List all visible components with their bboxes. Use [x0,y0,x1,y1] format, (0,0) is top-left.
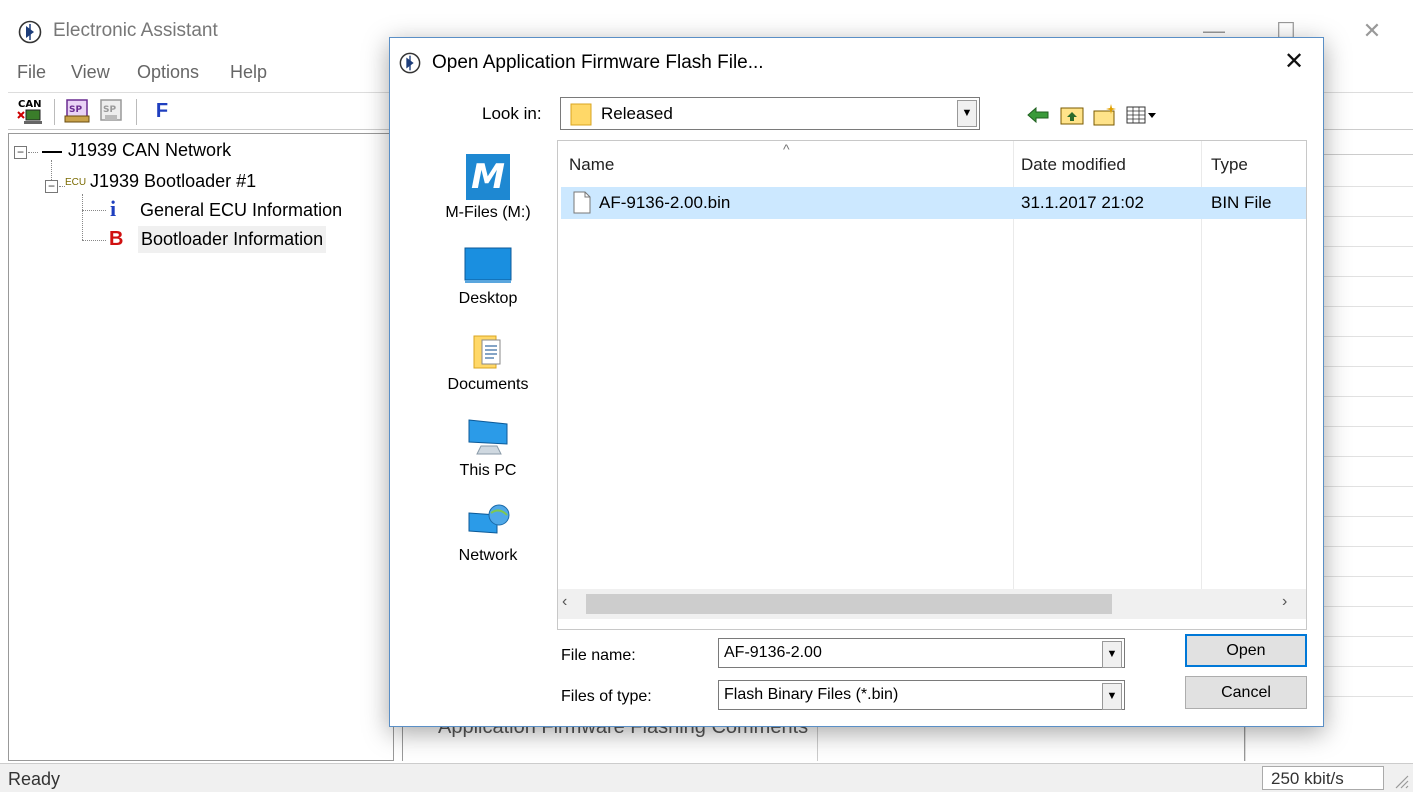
can-connect-icon[interactable]: CAN [14,96,46,126]
place-documents[interactable]: Documents [420,332,556,394]
look-in-value: Released [601,104,673,123]
documents-icon [473,335,501,369]
collapse-icon[interactable]: − [14,146,27,159]
info-icon: i [110,196,117,221]
dialog-close-icon[interactable]: ✕ [1274,46,1314,80]
status-bar: Ready 250 kbit/s [0,763,1413,792]
menu-file[interactable]: File [17,62,46,83]
tree-line [82,240,106,241]
menu-help[interactable]: Help [230,62,267,83]
file-icon [573,191,591,214]
svg-text:CAN: CAN [18,99,41,110]
app-logo-icon [399,52,421,74]
place-label: Desktop [458,290,518,307]
cancel-button[interactable]: Cancel [1185,676,1307,709]
column-date-header[interactable]: Date modified [1021,155,1126,175]
look-in-dropdown[interactable]: Released ▼ [560,97,980,130]
tree-line [51,160,52,180]
file-list: ^ Name Date modified Type AF-9136-2.00.b… [557,140,1307,630]
file-date-cell: 31.1.2017 21:02 [1021,193,1144,212]
place-label: This PC [459,462,517,479]
toolbar-separator [54,99,55,125]
file-type-value: Flash Binary Files (*.bin) [724,686,899,703]
file-type-dropdown[interactable]: Flash Binary Files (*.bin) ▼ [718,680,1125,710]
file-type-label: Files of type: [561,688,652,705]
tree-line [82,194,83,240]
m-files-icon: M [466,154,510,200]
view-menu-icon[interactable] [1124,102,1160,128]
tree-root-label[interactable]: J1939 CAN Network [68,140,231,161]
tree-node-label[interactable]: J1939 Bootloader #1 [90,171,256,192]
file-type-cell: BIN File [1211,193,1272,212]
dropdown-arrow-icon[interactable]: ▼ [1102,641,1122,668]
svg-text:SP: SP [103,105,116,115]
scroll-right-icon[interactable]: › [1282,593,1302,615]
open-button[interactable]: Open [1185,634,1307,667]
up-folder-icon[interactable] [1058,102,1086,128]
tree-item-general-ecu[interactable]: General ECU Information [140,200,342,221]
collapse-icon[interactable]: − [45,180,58,193]
computer-icon [468,419,508,455]
place-m-files[interactable]: M M-Files (M:) [420,154,556,222]
place-network[interactable]: Network [420,501,556,565]
back-arrow-icon[interactable] [1024,102,1052,128]
can-network-icon [42,151,62,153]
toolbar-separator [136,99,137,125]
file-name-input[interactable]: AF-9136-2.00 ▼ [718,638,1125,668]
network-icon [468,504,510,534]
place-label: Network [458,547,518,564]
scroll-left-icon[interactable]: ‹ [562,593,582,615]
ecu-icon: ECU [65,177,87,188]
dropdown-arrow-icon[interactable]: ▼ [1102,683,1122,710]
network-tree: − J1939 CAN Network − ECU J1939 Bootload… [8,133,394,761]
column-divider [817,723,818,761]
spn-save-icon[interactable]: SP [96,96,128,126]
new-folder-icon[interactable] [1091,102,1119,128]
file-row[interactable]: AF-9136-2.00.bin 31.1.2017 21:02 BIN Fil… [561,187,1306,219]
menu-options[interactable]: Options [137,62,199,83]
baud-rate-indicator: 250 kbit/s [1262,766,1384,790]
place-label: M-Files (M:) [445,204,531,221]
file-name-value: AF-9136-2.00 [724,644,822,661]
tree-line [82,210,106,211]
dropdown-arrow-icon[interactable]: ▼ [957,100,977,127]
scrollbar-thumb[interactable] [586,594,1112,614]
main-window-title: Electronic Assistant [53,20,218,41]
tree-line [28,152,38,153]
desktop-icon [464,247,512,283]
open-file-dialog: Open Application Firmware Flash File... … [389,37,1324,727]
bootloader-icon: B [109,228,124,250]
place-label: Documents [447,376,529,393]
dialog-title: Open Application Firmware Flash File... [432,52,764,73]
app-logo-icon [18,20,42,44]
sort-ascending-icon: ^ [783,141,790,157]
places-bar: M M-Files (M:) Desktop Documents This PC [420,146,556,646]
resize-grip-icon[interactable] [1390,772,1410,790]
column-name-header[interactable]: Name [569,155,614,175]
folder-icon [570,103,592,126]
close-icon[interactable]: ✕ [1350,14,1394,50]
column-type-header[interactable]: Type [1211,155,1248,175]
svg-text:SP: SP [69,105,82,115]
status-text: Ready [8,769,61,789]
look-in-label: Look in: [482,104,542,123]
menu-view[interactable]: View [71,62,110,83]
horizontal-scrollbar[interactable]: ‹ › [558,589,1306,619]
file-name-label: File name: [561,647,636,664]
place-desktop[interactable]: Desktop [420,246,556,308]
spn-open-icon[interactable]: SP [62,96,94,126]
tree-item-bootloader[interactable]: Bootloader Information [138,226,327,253]
file-name-cell: AF-9136-2.00.bin [599,193,731,212]
flash-button[interactable]: F [146,96,178,126]
place-this-pc[interactable]: This PC [420,416,556,480]
